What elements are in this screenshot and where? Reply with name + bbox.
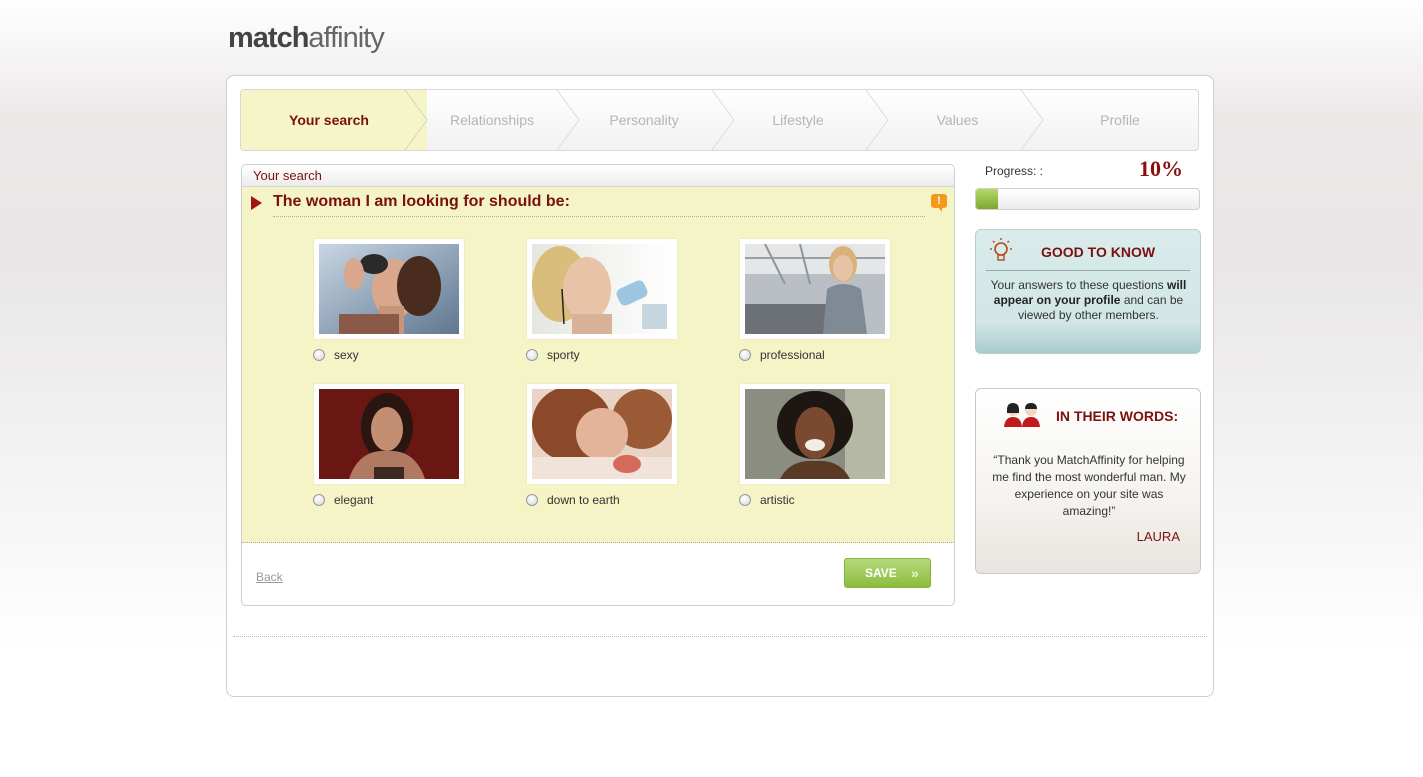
step-values[interactable]: Values	[875, 90, 1040, 150]
radio-sexy[interactable]	[313, 349, 325, 361]
option-label[interactable]: sporty	[547, 348, 580, 362]
photo-artistic-icon	[745, 389, 885, 479]
option-photo[interactable]	[314, 239, 464, 339]
radio-professional[interactable]	[739, 349, 751, 361]
option-label[interactable]: elegant	[334, 493, 373, 507]
photo-sexy-icon	[319, 244, 459, 336]
step-separator-icon	[405, 90, 427, 150]
photo-sporty-icon	[532, 244, 672, 334]
question-divider	[273, 216, 925, 217]
photo-professional-icon	[745, 243, 885, 334]
option-artistic[interactable]: artistic	[739, 384, 890, 508]
save-button-label: SAVE	[865, 566, 897, 580]
footer-divider	[233, 636, 1207, 637]
radio-artistic[interactable]	[739, 494, 751, 506]
logo-light-part: affinity	[308, 22, 384, 54]
option-down-to-earth[interactable]: down to earth	[526, 384, 677, 508]
question-title: The woman I am looking for should be:	[273, 193, 570, 210]
testimonial-box: IN THEIR WORDS: “Thank you MatchAffinity…	[975, 388, 1201, 574]
option-professional[interactable]: professional	[739, 239, 890, 363]
option-label[interactable]: down to earth	[547, 493, 620, 507]
step-separator-icon	[557, 90, 579, 150]
step-your-search[interactable]: Your search	[241, 90, 417, 150]
good-to-know-text: Your answers to these questions will app…	[986, 278, 1191, 323]
option-photo[interactable]	[527, 384, 677, 484]
option-photo[interactable]	[527, 239, 677, 339]
radio-sporty[interactable]	[526, 349, 538, 361]
step-lifestyle[interactable]: Lifestyle	[721, 90, 875, 150]
step-separator-icon	[866, 90, 888, 150]
couple-icon	[1004, 403, 1040, 427]
photo-down-to-earth-icon	[532, 386, 672, 479]
good-to-know-text-part: Your answers to these questions	[990, 278, 1167, 292]
question-area: The woman I am looking for should be: !	[242, 187, 954, 543]
step-separator-icon	[1021, 90, 1043, 150]
option-photo[interactable]	[740, 384, 890, 484]
radio-elegant[interactable]	[313, 494, 325, 506]
step-relationships[interactable]: Relationships	[417, 90, 567, 150]
option-elegant[interactable]: elegant	[313, 384, 464, 508]
testimonial-quote: “Thank you MatchAffinity for helping me …	[992, 453, 1186, 518]
help-bubble-icon[interactable]: !	[931, 194, 947, 212]
progress-bar	[975, 188, 1200, 210]
option-label[interactable]: professional	[760, 348, 825, 362]
back-link[interactable]: Back	[256, 570, 283, 584]
search-panel: Your search The woman I am looking for s…	[241, 164, 955, 606]
good-to-know-box: GOOD TO KNOW Your answers to these quest…	[975, 229, 1201, 354]
option-sporty[interactable]: sporty	[526, 239, 677, 363]
progress-bar-fill	[976, 189, 999, 209]
testimonial-title: IN THEIR WORDS:	[1056, 408, 1179, 424]
save-button[interactable]: SAVE »	[844, 558, 931, 588]
panel-footer: Back SAVE »	[242, 543, 954, 605]
lightbulb-icon	[990, 238, 1012, 261]
main-frame: Your search Relationships Personality Li…	[226, 75, 1214, 697]
good-to-know-divider	[986, 270, 1190, 271]
option-label[interactable]: artistic	[760, 493, 795, 507]
question-arrow-icon	[251, 196, 262, 210]
progress-steps: Your search Relationships Personality Li…	[240, 89, 1199, 151]
radio-down-to-earth[interactable]	[526, 494, 538, 506]
progress-label: Progress: :	[985, 164, 1044, 178]
brand-logo[interactable]: matchaffinity	[228, 22, 385, 55]
step-separator-icon	[712, 90, 734, 150]
option-photo[interactable]	[740, 239, 890, 339]
panel-header: Your search	[242, 165, 954, 187]
option-photo[interactable]	[314, 384, 464, 484]
logo-bold-part: match	[228, 22, 309, 54]
option-sexy[interactable]: sexy	[313, 239, 464, 363]
photo-elegant-icon	[319, 389, 459, 479]
testimonial-author: LAURA	[1136, 529, 1180, 544]
step-profile[interactable]: Profile	[1040, 90, 1198, 150]
progress-value: 10%	[1139, 156, 1183, 181]
option-label[interactable]: sexy	[334, 348, 359, 362]
double-chevron-right-icon: »	[911, 565, 919, 581]
good-to-know-title: GOOD TO KNOW	[1041, 244, 1156, 260]
step-personality[interactable]: Personality	[567, 90, 721, 150]
